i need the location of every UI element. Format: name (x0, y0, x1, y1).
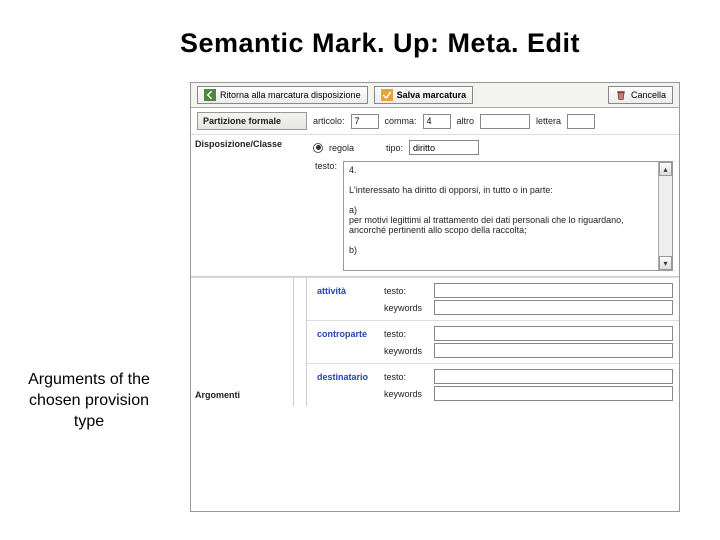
back-button[interactable]: Ritorna alla marcatura disposizione (197, 86, 368, 104)
trash-icon (615, 89, 627, 101)
testo-content: 4. L'interessato ha diritto di opporsi, … (349, 165, 667, 255)
altro-input[interactable] (480, 114, 530, 129)
altro-label: altro (455, 116, 477, 126)
lettera-input[interactable] (567, 114, 595, 129)
partizione-header: Partizione formale (197, 112, 307, 130)
vertical-divider (293, 278, 307, 406)
articolo-label: articolo: (311, 116, 347, 126)
testo-label: testo: (313, 161, 339, 171)
partizione-row: Partizione formale articolo: comma: altr… (191, 108, 679, 135)
arrow-left-icon (204, 89, 216, 101)
toolbar: Ritorna alla marcatura disposizione Salv… (191, 83, 679, 108)
destinatario-keywords-input[interactable] (434, 386, 673, 401)
keywords-label-1: keywords (382, 303, 430, 313)
testo-label-2: testo: (382, 329, 430, 339)
save-label: Salva marcatura (397, 90, 467, 100)
comma-label: comma: (383, 116, 419, 126)
destinatario-testo-input[interactable] (434, 369, 673, 384)
back-label: Ritorna alla marcatura disposizione (220, 90, 361, 100)
lettera-label: lettera (534, 116, 563, 126)
controparte-keywords-input[interactable] (434, 343, 673, 358)
articolo-input[interactable] (351, 114, 379, 129)
arguments-panel: Argomenti attività testo: keywords (191, 277, 679, 406)
comma-input[interactable] (423, 114, 451, 129)
regola-radio[interactable] (313, 143, 323, 153)
controparte-label: controparte (313, 327, 378, 341)
cancel-label: Cancella (631, 90, 666, 100)
tipo-label: tipo: (384, 143, 405, 153)
disposizione-header: Disposizione/Classe (195, 139, 282, 149)
testo-label-3: testo: (382, 372, 430, 382)
tipo-input[interactable] (409, 140, 479, 155)
disposizione-section: Disposizione/Classe regola tipo: testo: … (191, 135, 679, 277)
slide-title: Semantic Mark. Up: Meta. Edit (0, 0, 720, 67)
testo-textarea[interactable]: 4. L'interessato ha diritto di opporsi, … (343, 161, 673, 271)
keywords-label-2: keywords (382, 346, 430, 356)
save-button[interactable]: Salva marcatura (374, 86, 474, 104)
destinatario-label: destinatario (313, 370, 378, 384)
cancel-button[interactable]: Cancella (608, 86, 673, 104)
scroll-up-icon[interactable]: ▴ (659, 162, 672, 176)
check-icon (381, 89, 393, 101)
argomenti-header: Argomenti (195, 390, 240, 400)
keywords-label-3: keywords (382, 389, 430, 399)
annotation-text: Arguments of the chosen provision type (24, 370, 154, 432)
attivita-testo-input[interactable] (434, 283, 673, 298)
regola-label: regola (327, 143, 356, 153)
testo-label-1: testo: (382, 286, 430, 296)
attivita-keywords-input[interactable] (434, 300, 673, 315)
attivita-label: attività (313, 284, 378, 298)
controparte-testo-input[interactable] (434, 326, 673, 341)
scrollbar[interactable]: ▴ ▾ (658, 162, 672, 270)
scroll-down-icon[interactable]: ▾ (659, 256, 672, 270)
app-window: Ritorna alla marcatura disposizione Salv… (190, 82, 680, 512)
